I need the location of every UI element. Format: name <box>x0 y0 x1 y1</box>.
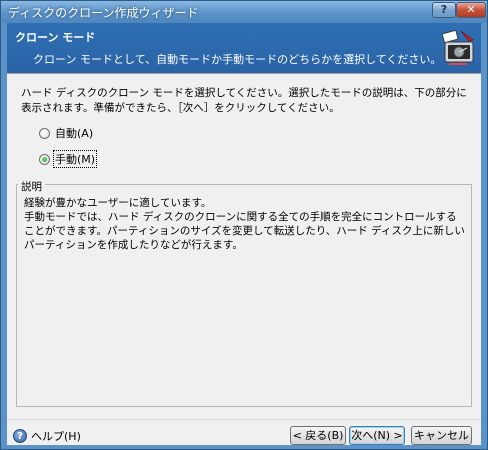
back-button[interactable]: < 戻る(B) <box>290 426 346 445</box>
header-separator <box>7 73 481 74</box>
radio-label-auto[interactable]: 自動(A) <box>54 125 94 141</box>
description-line: 手動モードでは、ハード ディスクのクローンに関する全ての手順を完全にコントロール… <box>24 211 465 251</box>
radio-button-manual[interactable] <box>39 153 50 165</box>
wizard-window: ディスクのクローン作成ウィザード ? ✕ クローン モード クローン モードとし… <box>0 0 488 450</box>
description-legend: 説明 <box>18 179 45 194</box>
instruction-text: ハード ディスクのクローン モードを選択してください。選択したモードの説明は、下… <box>21 87 467 114</box>
cancel-button[interactable]: キャンセル <box>411 426 472 445</box>
title-close-button[interactable]: ✕ <box>456 2 486 18</box>
next-button[interactable]: 次へ(N) > <box>349 426 405 445</box>
page-subtitle: クローン モードとして、自動モードか手動モードのどちらかを選択してください。 <box>33 53 442 66</box>
help-icon[interactable]: ? <box>13 429 27 443</box>
radio-auto[interactable]: 自動(A) <box>39 125 94 141</box>
radio-label-manual[interactable]: 手動(M) <box>52 150 98 168</box>
disk-clone-icon <box>442 30 474 65</box>
description-line: 経験が豊かなユーザーに適しています。 <box>24 197 212 209</box>
wizard-body: クローン モード クローン モードとして、自動モードか手動モードのどちらかを選択… <box>7 23 481 445</box>
footer-separator <box>7 419 481 420</box>
description-text: 経験が豊かなユーザーに適しています。 手動モードでは、ハード ディスクのクローン… <box>24 196 466 252</box>
window-title: ディスクのクローン作成ウィザード <box>8 6 199 20</box>
help-label[interactable]: ヘルプ(H) <box>31 428 81 444</box>
radio-button-auto[interactable] <box>39 127 50 139</box>
help-link[interactable]: ? ヘルプ(H) <box>13 427 81 445</box>
page-title: クローン モード <box>15 31 96 44</box>
radio-manual[interactable]: 手動(M) <box>39 150 98 168</box>
title-help-button[interactable]: ? <box>432 2 456 18</box>
title-bar[interactable]: ディスクのクローン作成ウィザード ? ✕ <box>1 1 487 23</box>
header-banner: クローン モード クローン モードとして、自動モードか手動モードのどちらかを選択… <box>7 23 481 73</box>
